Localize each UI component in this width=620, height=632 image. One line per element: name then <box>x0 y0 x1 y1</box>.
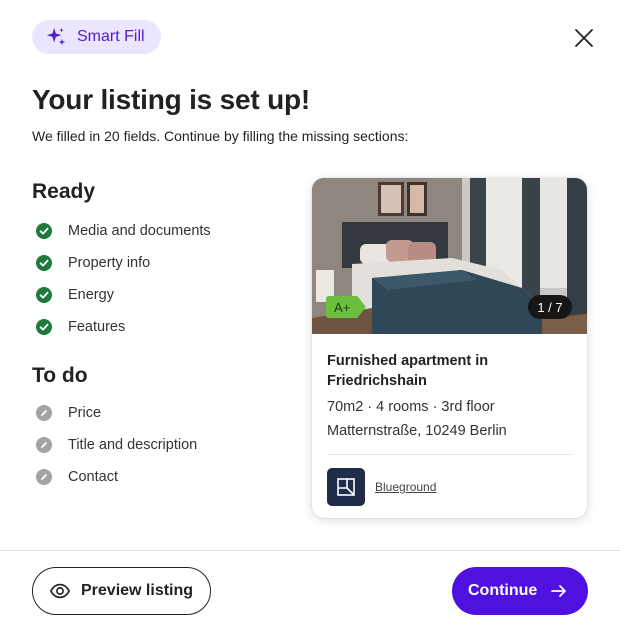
smart-fill-badge: Smart Fill <box>32 20 161 54</box>
ready-item: Features <box>36 317 125 337</box>
ready-item: Energy <box>36 285 114 305</box>
photo-counter: 1 / 7 <box>528 295 572 319</box>
preview-listing-button[interactable]: Preview listing <box>32 567 211 615</box>
close-icon <box>575 29 593 47</box>
smart-fill-dialog: Smart Fill Your listing is set up! We fi… <box>0 0 620 632</box>
continue-button[interactable]: Continue <box>452 567 588 615</box>
ready-item: Property info <box>36 253 150 273</box>
continue-label: Continue <box>468 582 538 599</box>
close-button[interactable] <box>570 24 598 52</box>
page-subtitle: We filled in 20 fields. Continue by fill… <box>32 128 409 144</box>
arrow-right-icon <box>551 585 567 597</box>
todo-heading: To do <box>32 364 88 387</box>
listing-photo[interactable]: A+ 1 / 7 <box>312 178 587 334</box>
todo-item-label: Price <box>68 405 102 421</box>
preview-listing-label: Preview listing <box>81 582 194 599</box>
pencil-circle-icon <box>36 437 52 453</box>
agency-logo <box>327 468 365 506</box>
todo-item[interactable]: Price <box>36 403 101 423</box>
ready-item-label: Features <box>68 319 126 335</box>
check-circle-icon <box>36 223 52 239</box>
pencil-circle-icon <box>36 469 52 485</box>
ready-item-label: Media and documents <box>68 223 211 239</box>
todo-item[interactable]: Contact <box>36 467 118 487</box>
eye-icon <box>50 583 70 599</box>
listing-address: Matternstraße, 10249 Berlin <box>327 423 507 439</box>
check-circle-icon <box>36 255 52 271</box>
check-circle-icon <box>36 287 52 303</box>
footer-divider <box>0 550 620 551</box>
listing-preview-card[interactable]: A+ 1 / 7 Furnished apartment in Friedric… <box>312 178 587 518</box>
todo-item-label: Contact <box>68 469 118 485</box>
page-title: Your listing is set up! <box>32 84 311 115</box>
ready-heading: Ready <box>32 180 96 203</box>
ready-item-label: Property info <box>68 255 151 271</box>
pencil-circle-icon <box>36 405 52 421</box>
agency-logo-icon <box>337 478 355 496</box>
ready-item: Media and documents <box>36 221 211 241</box>
todo-item-label: Title and description <box>68 437 198 453</box>
agency-link[interactable]: Blueground <box>375 480 436 494</box>
listing-title: Furnished apartment in Friedrichshain <box>327 353 489 389</box>
ready-item-label: Energy <box>68 287 114 303</box>
sparkle-icon <box>46 27 66 46</box>
check-circle-icon <box>36 319 52 335</box>
todo-item[interactable]: Title and description <box>36 435 197 455</box>
badge-label: Smart Fill <box>77 28 145 45</box>
card-divider <box>327 454 572 455</box>
listing-details: 70m2 · 4 rooms · 3rd floor <box>327 399 495 415</box>
